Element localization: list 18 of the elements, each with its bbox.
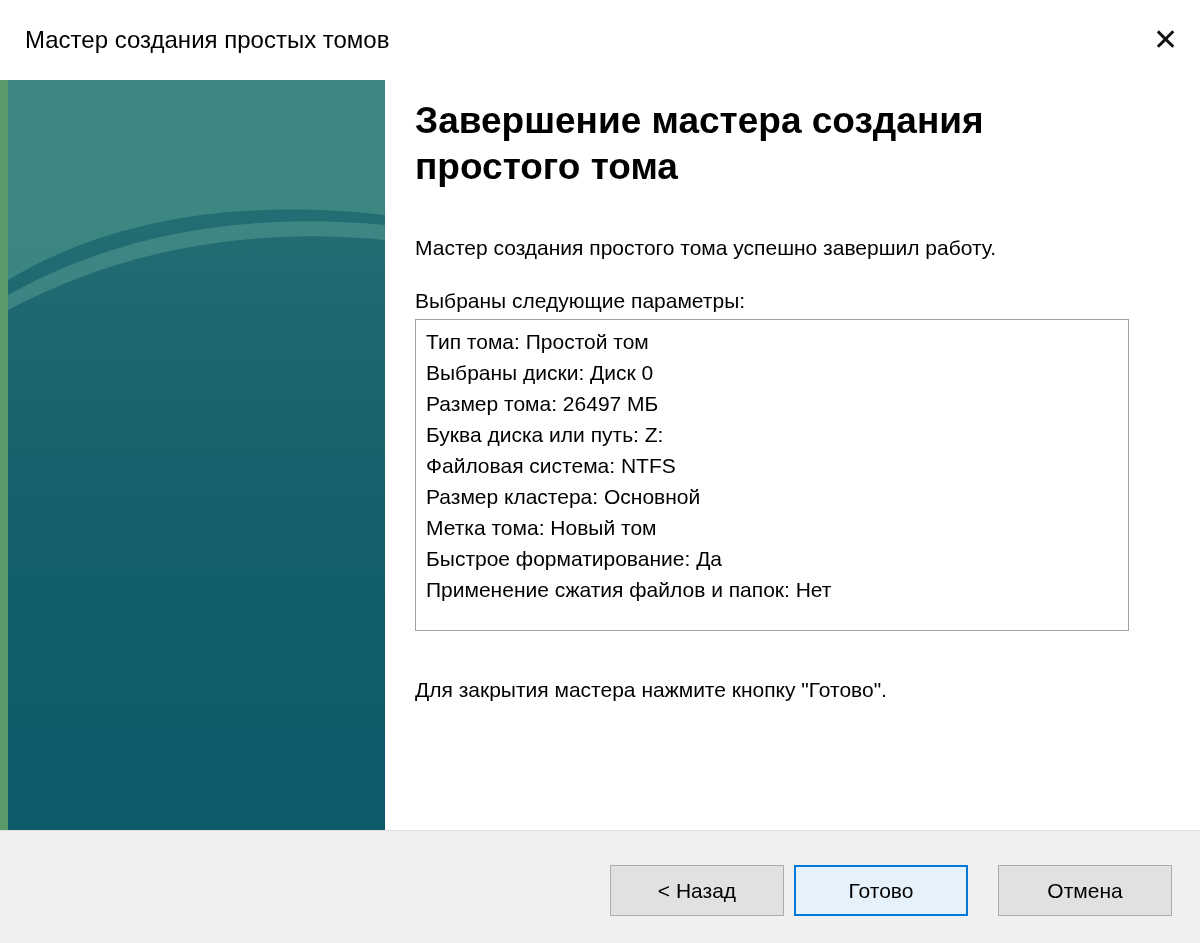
settings-item: Метка тома: Новый том bbox=[426, 515, 658, 542]
settings-item: Размер тома: 26497 МБ bbox=[426, 391, 660, 418]
settings-item: Буква диска или путь: Z: bbox=[426, 422, 665, 449]
intro-text: Мастер создания простого тома успешно завершил работу. bbox=[415, 234, 998, 261]
settings-item: Файловая система: NTFS bbox=[426, 453, 677, 480]
settings-item: Быстрое форматирование: Да bbox=[426, 546, 724, 573]
settings-item: Выбраны диски: Диск 0 bbox=[426, 360, 655, 387]
close-button[interactable]: ✕ bbox=[1149, 25, 1182, 55]
settings-item: Размер кластера: Основной bbox=[426, 484, 702, 511]
wizard-button[interactable]: Готово bbox=[794, 865, 968, 916]
settings-label: Выбраны следующие параметры: bbox=[415, 287, 747, 314]
page-heading: Завершение мастера создания простого тома bbox=[415, 99, 985, 190]
settings-item: Применение сжатия файлов и папок: Нет bbox=[426, 577, 833, 604]
wizard-button[interactable]: Отмена bbox=[998, 865, 1172, 916]
footer-note: Для закрытия мастера нажмите кнопку "Готово". bbox=[415, 677, 888, 704]
window-title: Мастер создания простых томов bbox=[25, 25, 390, 55]
wizard-button[interactable]: < Назад bbox=[610, 865, 784, 916]
settings-item: Тип тома: Простой том bbox=[426, 329, 650, 356]
